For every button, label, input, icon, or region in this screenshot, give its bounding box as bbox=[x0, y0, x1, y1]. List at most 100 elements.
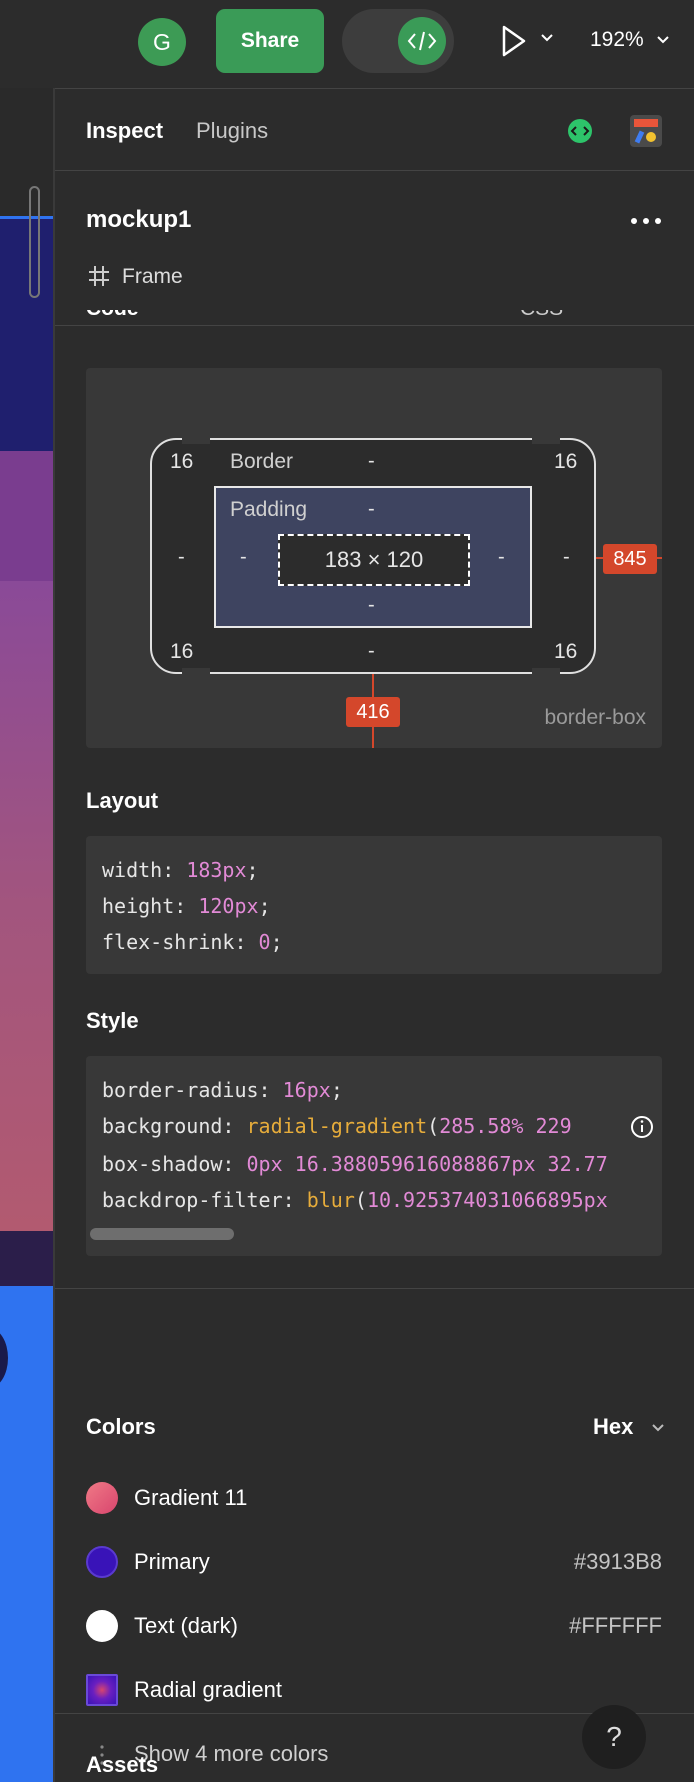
code-value: 0px 16.388059616088867px 32.77 bbox=[246, 1152, 608, 1176]
code-prop: height bbox=[102, 894, 175, 918]
help-icon: ? bbox=[606, 1721, 622, 1752]
color-row-primary[interactable]: Primary #3913B8 bbox=[86, 1542, 662, 1582]
inspect-panel: Inspect Plugins mockup1 Frame Code CSS 1 bbox=[55, 88, 694, 1782]
avatar-initial: G bbox=[153, 28, 171, 55]
user-avatar[interactable]: G bbox=[138, 18, 186, 66]
color-name: Gradient 11 bbox=[134, 1485, 248, 1510]
padding-top-value: - bbox=[368, 498, 375, 520]
share-button[interactable]: Share bbox=[216, 9, 324, 73]
style-code-block[interactable]: border-radius: 16px; background: radial-… bbox=[86, 1056, 662, 1256]
code-function: blur bbox=[306, 1188, 355, 1212]
border-left-value: - bbox=[178, 546, 185, 568]
color-swatch bbox=[86, 1610, 118, 1642]
show-more-colors[interactable]: Show 4 more colors bbox=[86, 1734, 662, 1774]
radius-top-right: 16 bbox=[554, 450, 578, 473]
plugin-app-icon-stroke bbox=[634, 130, 645, 144]
color-hex: #FFFFFF bbox=[569, 1613, 662, 1638]
code-prop: backdrop-filter bbox=[102, 1188, 283, 1212]
color-name: Primary bbox=[134, 1549, 210, 1574]
cut-section-row: Code CSS bbox=[55, 310, 694, 326]
tab-plugins[interactable]: Plugins bbox=[196, 118, 268, 144]
offset-right-badge: 845 bbox=[603, 544, 657, 574]
divider bbox=[55, 1288, 694, 1289]
more-options-icon[interactable] bbox=[629, 216, 663, 226]
info-icon[interactable] bbox=[626, 1112, 658, 1142]
box-model-diagram: 16 16 16 16 Border - - - - Padding - - -… bbox=[86, 368, 662, 748]
plugin-badge-icon[interactable] bbox=[567, 118, 593, 144]
border-gap-bottom-right bbox=[532, 668, 560, 678]
plugin-app-icon-dot bbox=[646, 132, 656, 142]
color-hex: #3913B8 bbox=[573, 1549, 662, 1574]
chevron-down-icon bbox=[652, 1424, 664, 1432]
padding-bottom-value: - bbox=[368, 594, 375, 616]
border-label: Border bbox=[230, 450, 294, 473]
chevron-down-icon[interactable] bbox=[540, 33, 554, 43]
code-line-height: height: 120px; bbox=[102, 894, 271, 918]
border-top-value: - bbox=[368, 450, 375, 472]
colors-title: Colors bbox=[86, 1414, 156, 1439]
color-name: Radial gradient bbox=[134, 1677, 282, 1702]
horizontal-scrollbar[interactable] bbox=[90, 1228, 234, 1240]
chevron-down-icon[interactable] bbox=[656, 35, 670, 45]
color-row-gradient-11[interactable]: Gradient 11 bbox=[86, 1478, 662, 1518]
frame-hash-icon bbox=[89, 266, 109, 286]
tab-inspect[interactable]: Inspect bbox=[86, 118, 163, 144]
color-format-select[interactable]: Hex bbox=[593, 1414, 665, 1442]
code-function: radial-gradient bbox=[246, 1114, 428, 1138]
border-bottom-value: - bbox=[368, 640, 375, 662]
canvas-frame-top bbox=[0, 88, 53, 216]
code-value: 183px bbox=[186, 858, 247, 882]
code-value: 285.58% 229 bbox=[439, 1114, 572, 1138]
show-more-label: Show 4 more colors bbox=[134, 1741, 329, 1766]
layout-code-block[interactable]: width: 183px; height: 120px; flex-shrink… bbox=[86, 836, 662, 974]
dev-mode-toggle-knob bbox=[398, 17, 446, 65]
code-prop: width bbox=[102, 858, 163, 882]
padding-label: Padding bbox=[230, 498, 308, 521]
code-icon bbox=[407, 31, 437, 51]
plugin-app-icon[interactable] bbox=[630, 115, 662, 147]
box-sizing-label: border-box bbox=[544, 706, 646, 729]
radius-top-left: 16 bbox=[170, 450, 194, 473]
offset-bottom-badge: 416 bbox=[346, 697, 400, 727]
radius-bottom-left: 16 bbox=[170, 640, 194, 663]
present-play-icon[interactable] bbox=[500, 24, 528, 58]
layout-title: Layout bbox=[86, 788, 159, 813]
code-line-backdrop-filter: backdrop-filter: blur(10.925374031066895… bbox=[102, 1188, 608, 1212]
toolbar: G Share 192% bbox=[0, 0, 694, 89]
code-prop: box-shadow bbox=[102, 1152, 223, 1176]
cut-row-right-label: CSS bbox=[520, 310, 563, 321]
color-format-value: Hex bbox=[593, 1414, 634, 1439]
zoom-level[interactable]: 192% bbox=[590, 28, 644, 52]
color-row-radial-gradient[interactable]: Radial gradient bbox=[86, 1670, 662, 1710]
padding-left-value: - bbox=[240, 546, 247, 568]
radius-bottom-right: 16 bbox=[554, 640, 578, 663]
canvas-frame-purple bbox=[0, 451, 53, 581]
code-line-border-radius: border-radius: 16px; bbox=[102, 1078, 343, 1102]
code-line-box-shadow: box-shadow: 0px 16.388059616088867px 32.… bbox=[102, 1152, 608, 1176]
help-button[interactable]: ? bbox=[582, 1705, 646, 1769]
canvas-frame-navy bbox=[0, 219, 53, 451]
border-gap-bottom-left bbox=[182, 668, 210, 678]
info-icon-glyph bbox=[631, 1116, 653, 1138]
code-prop: background bbox=[102, 1114, 223, 1138]
style-title: Style bbox=[86, 1008, 139, 1033]
color-name: Text (dark) bbox=[134, 1613, 238, 1638]
canvas-scrollbar[interactable] bbox=[29, 186, 40, 298]
code-line-background: background: radial-gradient(285.58% 229 bbox=[102, 1114, 572, 1138]
divider bbox=[55, 325, 694, 326]
border-gap-top-right bbox=[532, 434, 560, 444]
canvas-frame-dark bbox=[0, 1231, 53, 1286]
code-value: 10.925374031066895px bbox=[366, 1188, 608, 1212]
border-gap-top-left bbox=[182, 434, 210, 444]
code-prop: border-radius bbox=[102, 1078, 259, 1102]
color-row-text-dark[interactable]: Text (dark) #FFFFFF bbox=[86, 1606, 662, 1646]
code-prop: flex-shrink bbox=[102, 930, 235, 954]
code-line-width: width: 183px; bbox=[102, 858, 259, 882]
canvas-frame-gradient bbox=[0, 581, 53, 1231]
code-line-flex-shrink: flex-shrink: 0; bbox=[102, 930, 283, 954]
design-canvas[interactable] bbox=[0, 88, 53, 1782]
color-swatch bbox=[86, 1674, 118, 1706]
frame-type-label: Frame bbox=[122, 265, 183, 288]
dev-mode-toggle[interactable] bbox=[342, 9, 454, 73]
plugin-app-icon-bar bbox=[634, 119, 658, 127]
